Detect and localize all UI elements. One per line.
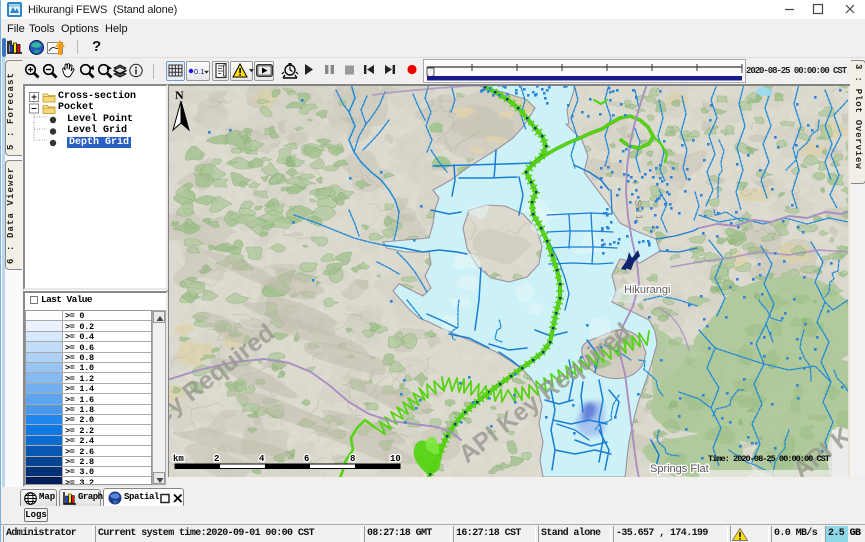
svg-text:N: N — [175, 88, 184, 102]
svg-text:6: 6 — [304, 454, 309, 464]
svg-text:SH 1: SH 1 — [633, 199, 645, 220]
svg-text:8: 8 — [350, 454, 355, 464]
svg-text:10: 10 — [390, 454, 401, 464]
svg-text:4: 4 — [259, 454, 265, 464]
svg-text:0.1: 0.1 — [194, 67, 204, 76]
svg-text:Springs Flat: Springs Flat — [650, 463, 709, 475]
svg-text:Time: 2020-08-25 00:00:00 CST: Time: 2020-08-25 00:00:00 CST — [708, 454, 830, 464]
svg-text:km: km — [173, 454, 184, 464]
svg-text:Hikurangi: Hikurangi — [624, 284, 670, 296]
svg-text:2: 2 — [214, 454, 219, 464]
